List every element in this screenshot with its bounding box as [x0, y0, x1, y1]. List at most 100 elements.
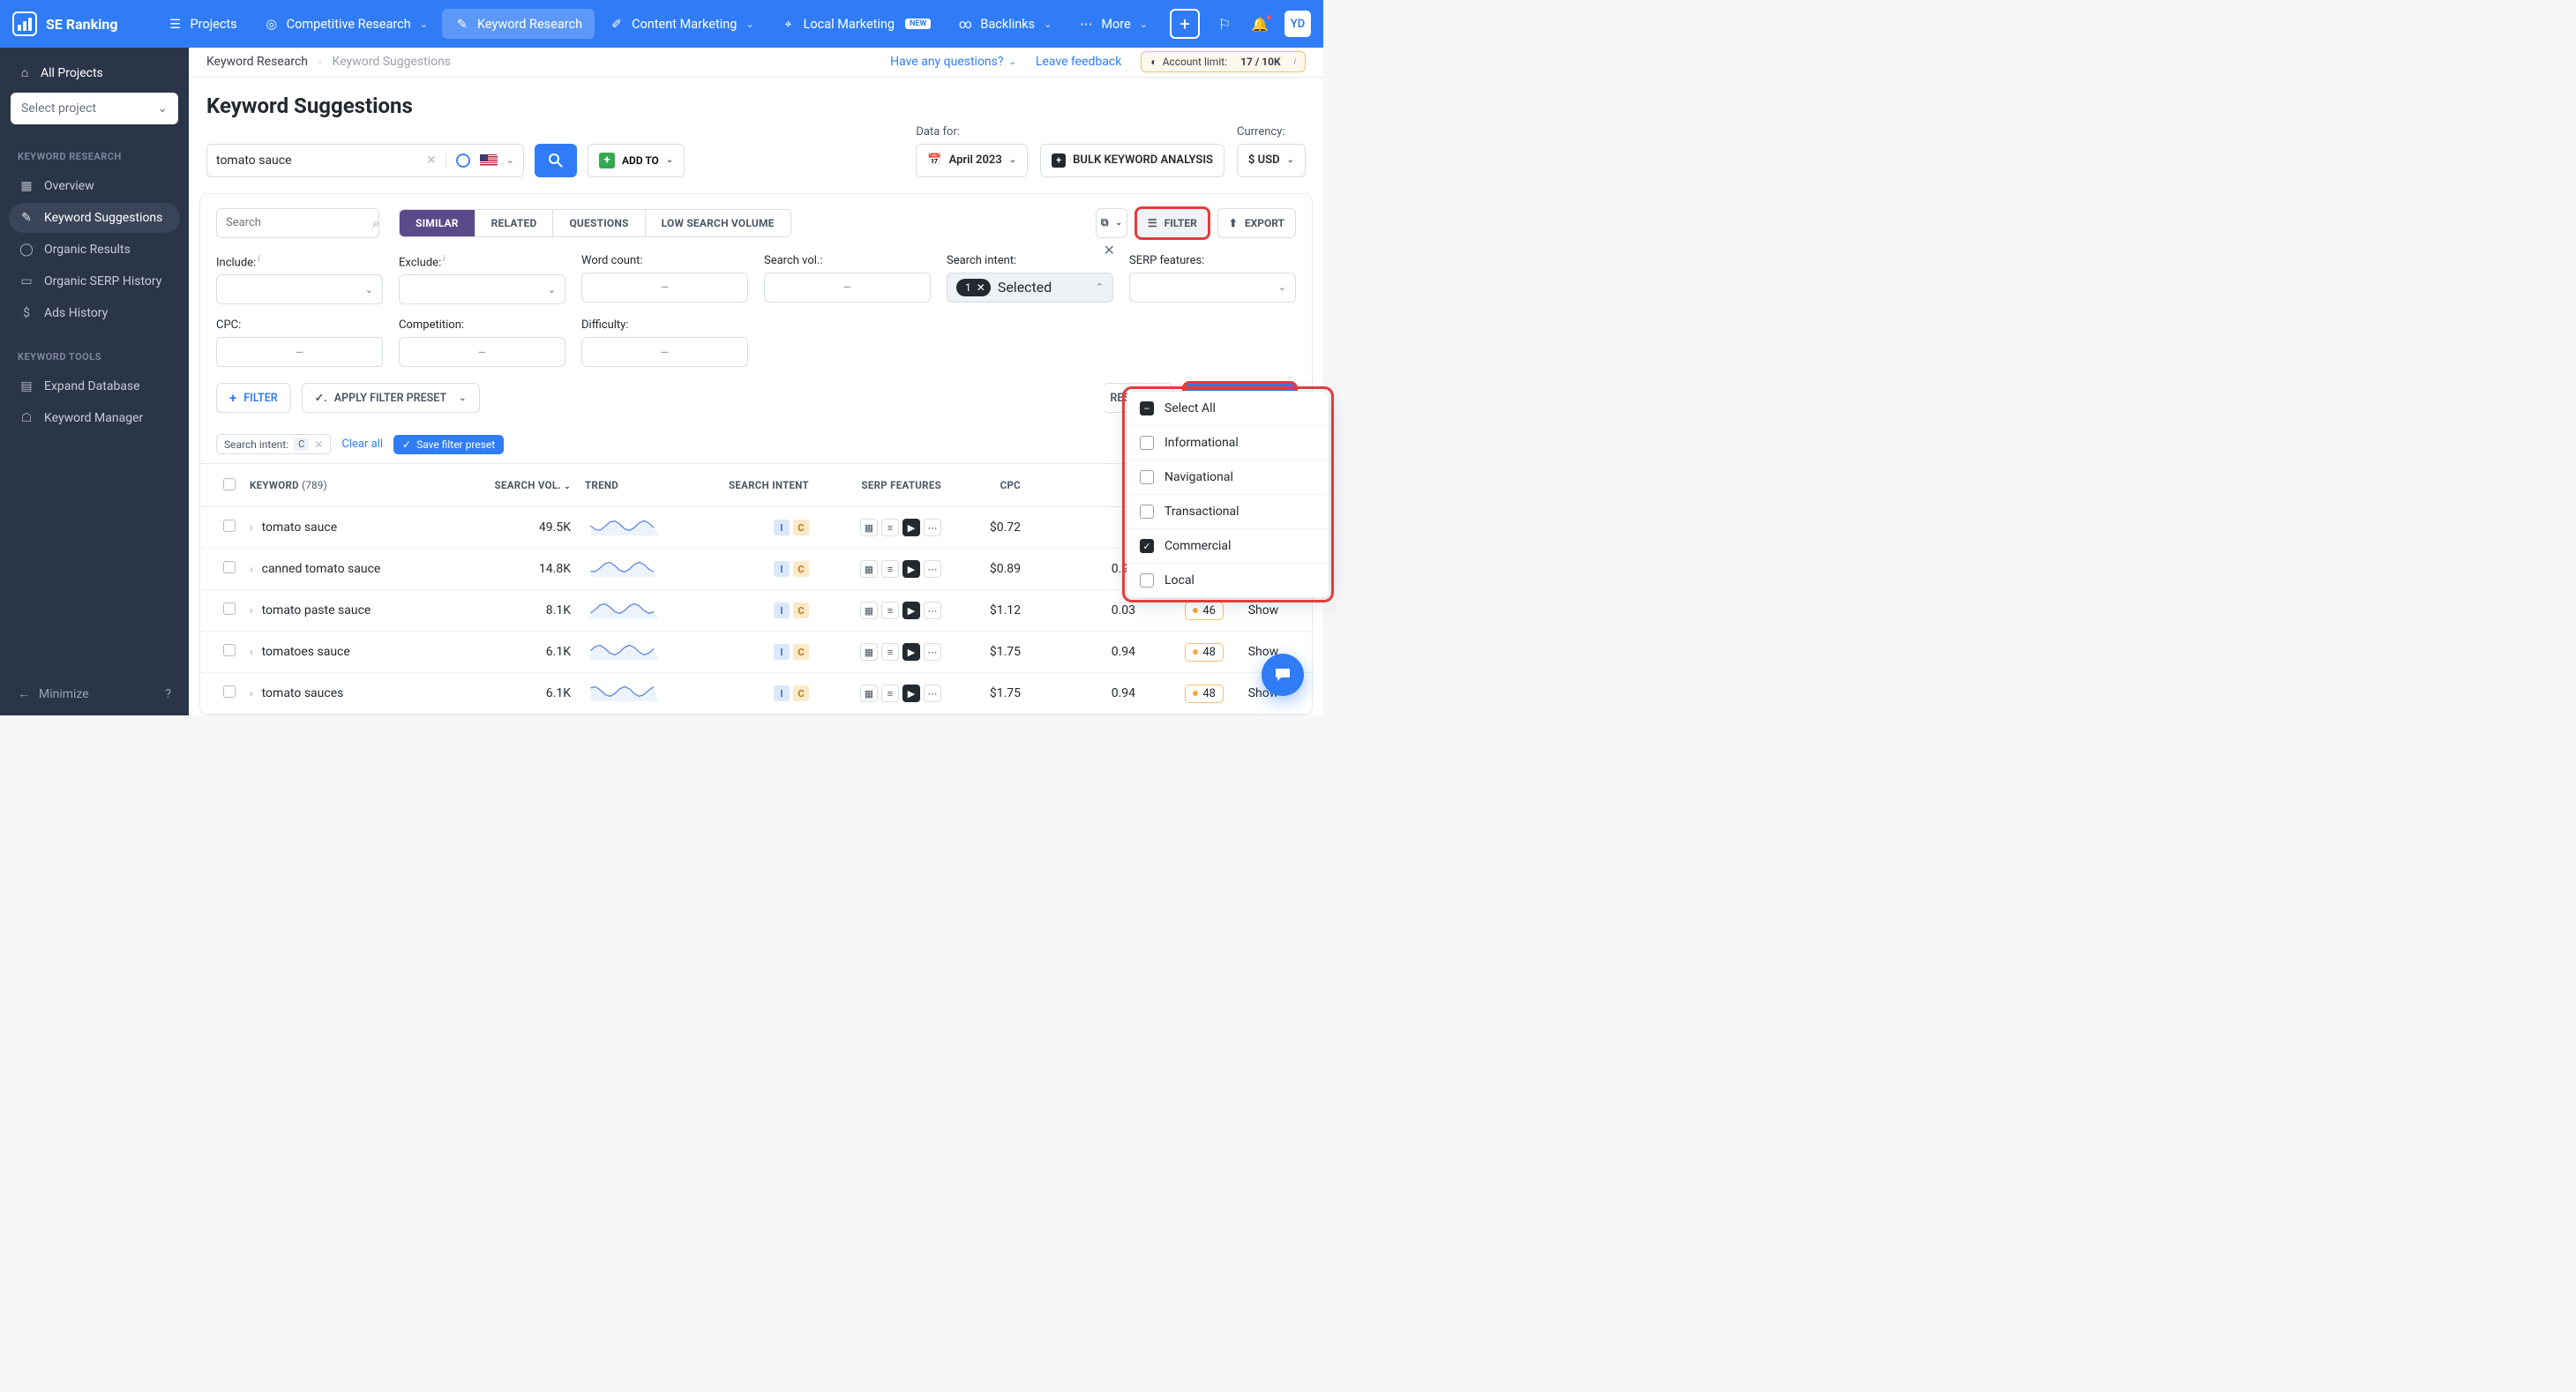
- keyword-text[interactable]: tomatoes sauce: [262, 645, 350, 659]
- row-checkbox[interactable]: [223, 644, 236, 656]
- intent-transactional[interactable]: Transactional: [1127, 495, 1329, 529]
- exclude-select[interactable]: ⌄: [399, 274, 565, 304]
- keyword-text[interactable]: tomato sauces: [262, 686, 344, 700]
- serp-video-icon[interactable]: ▶: [902, 602, 920, 619]
- include-select[interactable]: ⌄: [216, 274, 383, 304]
- serp-feature-icon[interactable]: ≡: [881, 519, 899, 536]
- sidebar-all-projects[interactable]: ⌂All Projects: [9, 62, 180, 93]
- tab-low-volume[interactable]: LOW SEARCH VOLUME: [646, 210, 790, 236]
- sidebar-overview[interactable]: ▦Overview: [9, 171, 180, 201]
- keyword-search-box[interactable]: ✕ ⌄: [206, 144, 524, 177]
- keyword-text[interactable]: canned tomato sauce: [262, 562, 381, 576]
- select-all-checkbox[interactable]: [223, 478, 236, 490]
- serp-feature-icon[interactable]: ≡: [881, 643, 899, 661]
- row-checkbox[interactable]: [223, 561, 236, 573]
- bulk-analysis-button[interactable]: +BULK KEYWORD ANALYSIS: [1040, 144, 1224, 177]
- data-for-select[interactable]: 📅April 2023⌄: [916, 144, 1028, 177]
- row-checkbox[interactable]: [223, 685, 236, 698]
- nav-more[interactable]: ⋯More⌄: [1066, 9, 1160, 39]
- clear-all-link[interactable]: Clear all: [341, 438, 383, 451]
- have-questions-link[interactable]: Have any questions?⌄: [890, 55, 1016, 69]
- row-checkbox[interactable]: [223, 602, 236, 615]
- nav-content[interactable]: ✐Content Marketing⌄: [596, 9, 767, 39]
- flag-icon[interactable]: ⚐: [1214, 16, 1235, 33]
- cpc-input[interactable]: –: [216, 337, 383, 367]
- add-to-button[interactable]: +ADD TO⌄: [588, 144, 685, 177]
- leave-feedback-link[interactable]: Leave feedback: [1036, 55, 1121, 69]
- expand-icon[interactable]: ›: [250, 563, 253, 575]
- expand-icon[interactable]: ›: [250, 646, 253, 658]
- intent-select[interactable]: 1✕Selected ⌃: [947, 273, 1113, 303]
- close-filters-icon[interactable]: ✕: [1104, 242, 1115, 258]
- tab-similar[interactable]: SIMILAR: [400, 210, 476, 236]
- select-project-dropdown[interactable]: Select project⌄: [11, 93, 178, 124]
- columns-button[interactable]: ⧉⌄: [1096, 208, 1127, 238]
- nav-local[interactable]: ⌖Local MarketingNEW: [768, 9, 944, 39]
- sidebar-keyword-manager[interactable]: ☖Keyword Manager: [9, 403, 180, 433]
- export-button[interactable]: ⬆EXPORT: [1217, 208, 1296, 238]
- nav-keyword-research[interactable]: ✎Keyword Research: [442, 9, 595, 39]
- nav-projects[interactable]: ☰Projects: [155, 9, 250, 39]
- serp-feature-icon[interactable]: ▦: [860, 685, 878, 702]
- serp-video-icon[interactable]: ▶: [902, 685, 920, 702]
- tab-questions[interactable]: QUESTIONS: [553, 210, 645, 236]
- sidebar-expand-db[interactable]: ▤Expand Database: [9, 371, 180, 401]
- searchvol-input[interactable]: –: [764, 273, 931, 303]
- serp-video-icon[interactable]: ▶: [902, 519, 920, 536]
- wordcount-input[interactable]: –: [581, 273, 748, 303]
- keyword-text[interactable]: tomato paste sauce: [262, 603, 371, 617]
- serp-feature-icon[interactable]: ▦: [860, 602, 878, 619]
- serp-video-icon[interactable]: ▶: [902, 643, 920, 661]
- apply-preset-button[interactable]: ✓.APPLY FILTER PRESET⌄: [302, 383, 480, 413]
- intent-commercial[interactable]: ✓Commercial: [1127, 529, 1329, 564]
- sidebar-organic[interactable]: ◯Organic Results: [9, 235, 180, 265]
- serp-feature-icon[interactable]: ▦: [860, 519, 878, 536]
- expand-icon[interactable]: ›: [250, 521, 253, 534]
- serp-more-icon[interactable]: ⋯: [924, 685, 941, 702]
- help-icon[interactable]: ?: [165, 687, 171, 701]
- row-checkbox[interactable]: [223, 520, 236, 532]
- keyword-search-input[interactable]: [216, 153, 417, 168]
- serp-feature-icon[interactable]: ≡: [881, 685, 899, 702]
- add-button[interactable]: +: [1170, 9, 1200, 39]
- expand-icon[interactable]: ›: [250, 604, 253, 617]
- panel-search-input[interactable]: [226, 216, 372, 229]
- sidebar-ads-history[interactable]: $Ads History: [9, 298, 180, 328]
- difficulty-input[interactable]: –: [581, 337, 748, 367]
- currency-select[interactable]: $ USD⌄: [1237, 144, 1306, 177]
- bell-icon[interactable]: 🔔: [1249, 16, 1270, 33]
- tab-related[interactable]: RELATED: [476, 210, 554, 236]
- sidebar-suggestions[interactable]: ✎Keyword Suggestions: [9, 203, 180, 233]
- us-flag-icon[interactable]: [480, 154, 498, 167]
- serpfeatures-select[interactable]: ⌄: [1129, 273, 1296, 303]
- serp-feature-icon[interactable]: ≡: [881, 602, 899, 619]
- search-button[interactable]: [535, 144, 577, 177]
- serp-more-icon[interactable]: ⋯: [924, 560, 941, 578]
- chat-widget[interactable]: [1262, 654, 1304, 696]
- brand-logo[interactable]: SE Ranking: [12, 11, 118, 36]
- nav-backlinks[interactable]: ∞Backlinks⌄: [945, 9, 1064, 39]
- competition-input[interactable]: –: [399, 337, 565, 367]
- expand-icon[interactable]: ›: [250, 687, 253, 700]
- account-limit-badge[interactable]: ◐Account limit: 17 / 10K i: [1141, 51, 1306, 72]
- serp-feature-icon[interactable]: ▦: [860, 643, 878, 661]
- crumb-research[interactable]: Keyword Research: [206, 55, 308, 69]
- applied-filter-chip[interactable]: Search intent:C✕: [216, 434, 331, 454]
- remove-chip-icon[interactable]: ✕: [314, 438, 323, 451]
- serp-more-icon[interactable]: ⋯: [924, 643, 941, 661]
- clear-intent-icon[interactable]: ✕: [977, 281, 985, 294]
- intent-select-all[interactable]: –Select All: [1127, 392, 1329, 426]
- sidebar-serp-history[interactable]: ▭Organic SERP History: [9, 266, 180, 296]
- keyword-text[interactable]: tomato sauce: [262, 520, 338, 535]
- add-filter-button[interactable]: +FILTER: [216, 383, 291, 413]
- serp-more-icon[interactable]: ⋯: [924, 602, 941, 619]
- serp-more-icon[interactable]: ⋯: [924, 519, 941, 536]
- sidebar-minimize[interactable]: ←Minimize: [18, 686, 89, 701]
- show-link[interactable]: Show: [1248, 603, 1279, 617]
- intent-informational[interactable]: Informational: [1127, 426, 1329, 460]
- serp-feature-icon[interactable]: ▦: [860, 560, 878, 578]
- clear-input-icon[interactable]: ✕: [426, 153, 437, 168]
- save-preset-button[interactable]: ✓Save filter preset: [393, 435, 504, 454]
- intent-navigational[interactable]: Navigational: [1127, 460, 1329, 495]
- serp-video-icon[interactable]: ▶: [902, 560, 920, 578]
